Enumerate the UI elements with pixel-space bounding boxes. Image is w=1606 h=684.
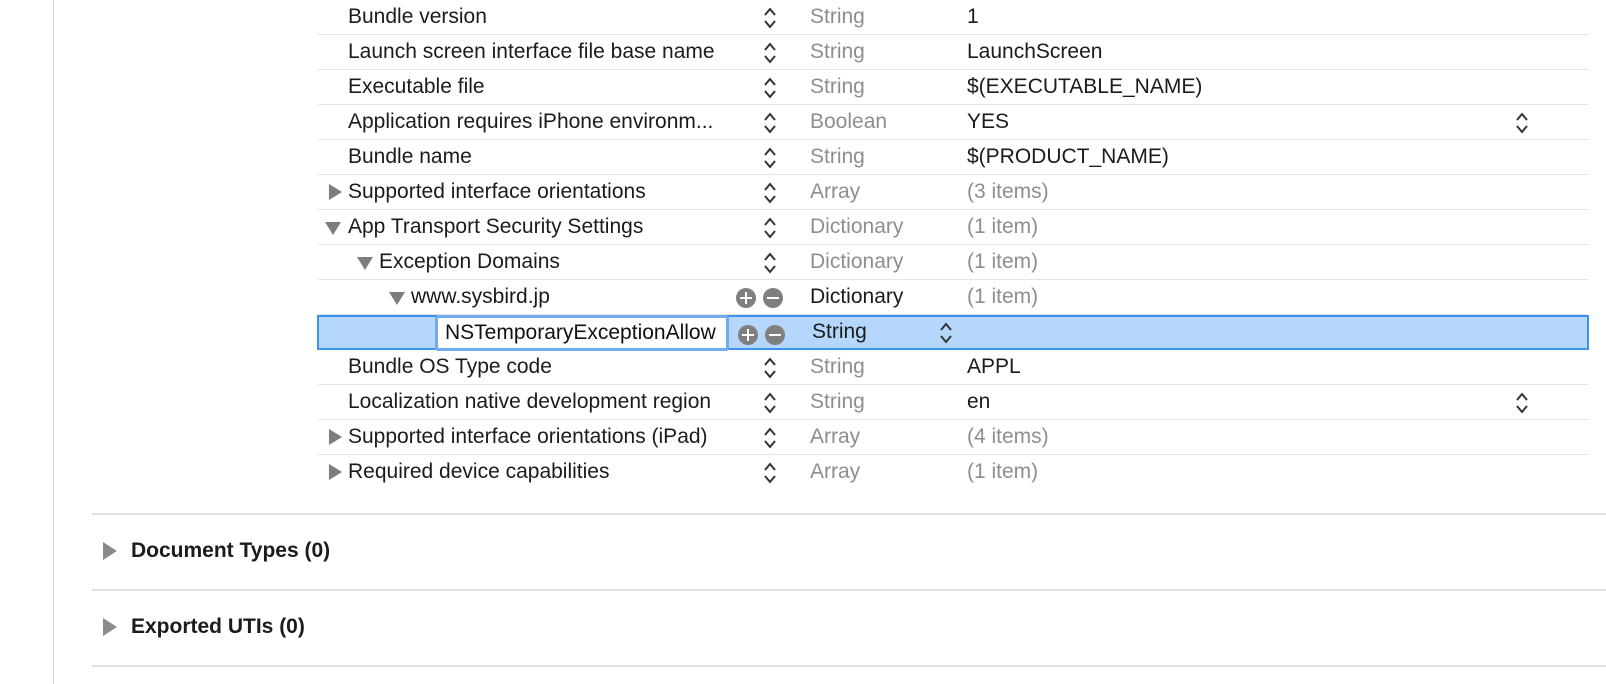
up-down-chevron-icon[interactable] [763, 391, 777, 415]
plist-row-localization-region[interactable]: Localization native development region S… [318, 385, 1588, 420]
up-down-chevron-icon[interactable] [763, 76, 777, 100]
plist-value: (3 items) [967, 180, 1049, 203]
minus-circle-icon[interactable] [765, 325, 785, 345]
plist-row-supported-orientations-ipad[interactable]: Supported interface orientations (iPad) … [318, 420, 1588, 455]
plist-type[interactable]: Array [810, 175, 860, 210]
plist-value: (1 item) [967, 215, 1039, 238]
plist-type[interactable]: String [810, 385, 865, 420]
plist-key[interactable]: Supported interface orientations (iPad) [348, 420, 758, 455]
sidebar-divider [53, 0, 54, 684]
plist-value[interactable]: APPL [967, 350, 1021, 385]
up-down-chevron-icon[interactable] [763, 216, 777, 240]
key-edit-field[interactable]: NSTemporaryExceptionAllow [435, 315, 729, 351]
disclosure-triangle-right-icon[interactable] [103, 542, 117, 560]
section-document-types[interactable]: Document Types (0) [92, 515, 1606, 591]
plist-type[interactable]: String [810, 0, 865, 35]
plist-row-app-transport-security[interactable]: App Transport Security Settings Dictiona… [318, 210, 1588, 245]
disclosure-triangle-right-icon[interactable] [103, 618, 117, 636]
plist-type[interactable]: String [812, 315, 867, 350]
plist-type[interactable]: Boolean [810, 105, 887, 140]
disclosure-triangle-right-icon[interactable] [329, 184, 342, 200]
plist-type[interactable]: Array [810, 455, 860, 490]
plist-type[interactable]: Dictionary [810, 245, 903, 280]
plist-row-required-capabilities[interactable]: Required device capabilities Array (1 it… [318, 455, 1588, 490]
plist-type[interactable]: Dictionary [810, 280, 903, 315]
plist-type[interactable]: String [810, 35, 865, 70]
value-popup-chevron-icon[interactable] [1515, 111, 1529, 135]
plist-row-selected[interactable]: NSTemporaryExceptionAllow String [317, 315, 1589, 351]
plist-value[interactable]: YES [967, 105, 1009, 140]
plist-row-bundle-name[interactable]: Bundle name String $(PRODUCT_NAME) [318, 140, 1588, 175]
disclosure-triangle-down-icon[interactable] [389, 292, 405, 305]
up-down-chevron-icon[interactable] [763, 181, 777, 205]
plist-row-sysbird-domain[interactable]: www.sysbird.jp Dictionary (1 item) [318, 280, 1588, 315]
plist-type[interactable]: Dictionary [810, 210, 903, 245]
up-down-chevron-icon[interactable] [763, 41, 777, 65]
plist-type[interactable]: Array [810, 420, 860, 455]
plist-value[interactable]: en [967, 385, 990, 420]
plist-type[interactable]: String [810, 140, 865, 175]
minus-circle-icon[interactable] [763, 288, 783, 308]
value-popup-chevron-icon[interactable] [1515, 391, 1529, 415]
plist-key[interactable]: Bundle name [348, 140, 758, 175]
up-down-chevron-icon[interactable] [763, 111, 777, 135]
plist-key[interactable]: Launch screen interface file base name [348, 35, 758, 70]
plist-key[interactable]: Required device capabilities [348, 455, 758, 490]
info-plist-editor: Bundle version String 1 Launch screen in… [317, 0, 1589, 490]
plist-value: (1 item) [967, 460, 1039, 483]
section-title[interactable]: Document Types (0) [131, 539, 330, 563]
plist-value[interactable]: 1 [967, 0, 979, 35]
type-popup-chevron-icon[interactable] [939, 321, 953, 345]
section-title[interactable]: Exported UTIs (0) [131, 615, 305, 639]
up-down-chevron-icon[interactable] [763, 146, 777, 170]
plist-row-bundle-os-type[interactable]: Bundle OS Type code String APPL [318, 350, 1588, 385]
plist-row-bundle-version[interactable]: Bundle version String 1 [318, 0, 1588, 35]
plist-row-supported-orientations[interactable]: Supported interface orientations Array (… [318, 175, 1588, 210]
plist-key[interactable]: Bundle version [348, 0, 758, 35]
up-down-chevron-icon[interactable] [763, 426, 777, 450]
plist-key[interactable]: Application requires iPhone environm... [348, 105, 758, 140]
plist-value[interactable]: $(PRODUCT_NAME) [967, 140, 1169, 175]
plist-row-requires-iphone[interactable]: Application requires iPhone environm... … [318, 105, 1588, 140]
plist-key[interactable]: Bundle OS Type code [348, 350, 758, 385]
plus-circle-icon[interactable] [736, 288, 756, 308]
plist-value: (1 item) [967, 285, 1039, 308]
up-down-chevron-icon[interactable] [763, 356, 777, 380]
plist-row-launch-screen[interactable]: Launch screen interface file base name S… [318, 35, 1588, 70]
section-exported-utis[interactable]: Exported UTIs (0) [92, 591, 1606, 667]
disclosure-triangle-right-icon[interactable] [329, 464, 342, 480]
plist-value[interactable]: $(EXECUTABLE_NAME) [967, 70, 1202, 105]
plist-key[interactable]: Localization native development region [348, 385, 758, 420]
plist-row-executable-file[interactable]: Executable file String $(EXECUTABLE_NAME… [318, 70, 1588, 105]
plist-type[interactable]: String [810, 350, 865, 385]
plist-key[interactable]: Supported interface orientations [348, 175, 758, 210]
plist-value: (4 items) [967, 425, 1049, 448]
plist-type[interactable]: String [810, 70, 865, 105]
plist-key[interactable]: App Transport Security Settings [348, 210, 758, 245]
plist-row-exception-domains[interactable]: Exception Domains Dictionary (1 item) [318, 245, 1588, 280]
plist-value[interactable]: LaunchScreen [967, 35, 1102, 70]
disclosure-triangle-right-icon[interactable] [329, 429, 342, 445]
plist-key[interactable]: Exception Domains [379, 245, 759, 280]
plist-key[interactable]: www.sysbird.jp [411, 280, 721, 315]
plist-key[interactable]: Executable file [348, 70, 758, 105]
disclosure-triangle-down-icon[interactable] [357, 257, 373, 270]
up-down-chevron-icon[interactable] [763, 6, 777, 30]
plist-value: (1 item) [967, 250, 1039, 273]
plus-circle-icon[interactable] [738, 325, 758, 345]
up-down-chevron-icon[interactable] [763, 251, 777, 275]
disclosure-triangle-down-icon[interactable] [325, 222, 341, 235]
up-down-chevron-icon[interactable] [763, 461, 777, 485]
